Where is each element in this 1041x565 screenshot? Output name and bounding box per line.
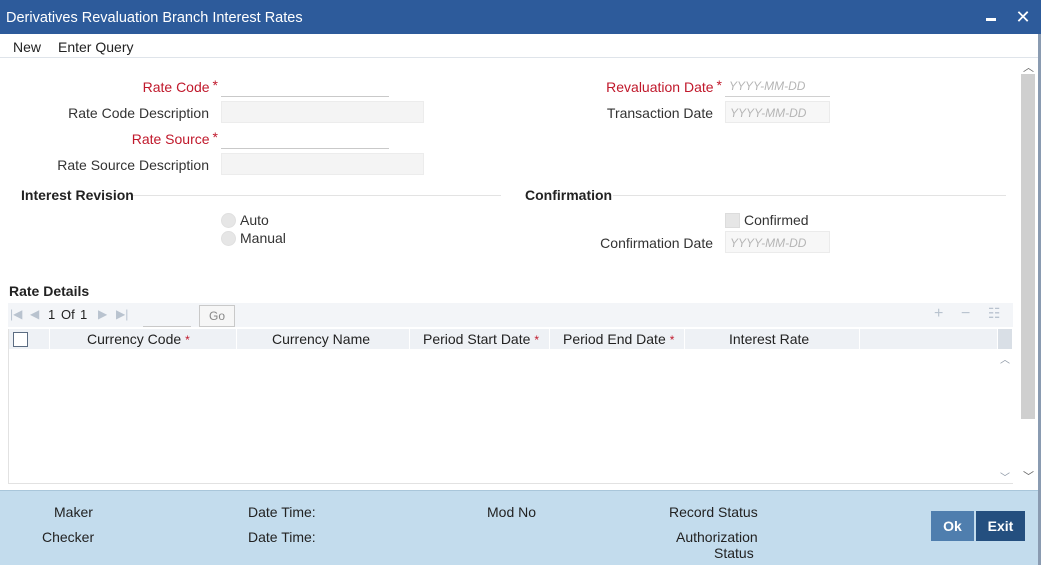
rate-details-pager: |◀ ◀ 1 Of 1 ▶ ▶| Go + − ☷ [8, 303, 1013, 327]
confirmed-label: Confirmed [744, 212, 809, 228]
column-separator [49, 329, 50, 349]
required-mark: * [716, 77, 722, 93]
authorization-status-label-line1: Authorization [676, 529, 758, 545]
page-of: Of [61, 307, 75, 322]
manual-radio[interactable] [221, 231, 236, 246]
column-currency-name[interactable]: Currency Name [272, 331, 370, 347]
column-separator [236, 329, 237, 349]
column-period-start-date[interactable]: Period Start Date * [423, 331, 539, 347]
manual-label: Manual [240, 230, 286, 246]
mod-no-label: Mod No [487, 504, 537, 520]
scroll-up-icon[interactable]: ︿ [1023, 59, 1034, 75]
revaluation-date-label: Revaluation Date * [606, 77, 722, 95]
rate-code-input[interactable] [221, 75, 389, 97]
column-separator [549, 329, 550, 349]
column-separator [409, 329, 410, 349]
window-titlebar: Derivatives Revaluation Branch Interest … [0, 0, 1041, 34]
rate-details-heading: Rate Details [9, 283, 90, 299]
revaluation-date-input[interactable]: YYYY-MM-DD [725, 75, 830, 97]
rate-code-description-field [221, 101, 424, 123]
authorization-status-label-line2: Status [714, 545, 754, 561]
scroll-down-icon[interactable]: ﹀ [1000, 469, 1010, 484]
audit-footer: Maker Checker Date Time: Date Time: Mod … [0, 490, 1038, 565]
ok-button[interactable]: Ok [931, 511, 974, 541]
grid-header: Currency Code * Currency Name Period Star… [9, 329, 997, 349]
page-total: 1 [80, 307, 88, 322]
select-all-checkbox[interactable] [13, 332, 28, 347]
single-view-icon[interactable]: ☷ [988, 305, 1001, 322]
window-title: Derivatives Revaluation Branch Interest … [6, 10, 303, 26]
main-scrollbar-thumb[interactable] [1021, 74, 1035, 419]
required-mark: * [669, 333, 675, 347]
rate-code-label: Rate Code * [142, 77, 218, 95]
required-mark: * [534, 333, 540, 347]
rate-source-input[interactable] [221, 127, 389, 149]
transaction-date-field: YYYY-MM-DD [725, 101, 830, 123]
interest-revision-heading: Interest Revision [21, 187, 134, 203]
confirmation-heading: Confirmation [525, 187, 613, 203]
page-current: 1 [48, 307, 56, 322]
main-scrollbar[interactable]: ︿ ﹀ [1020, 58, 1037, 485]
checker-label: Checker [42, 529, 95, 545]
column-period-end-date[interactable]: Period End Date * [563, 331, 674, 347]
column-separator [859, 329, 860, 349]
minimize-icon [986, 18, 996, 21]
add-row-icon[interactable]: + [934, 305, 943, 323]
rate-details-grid: Currency Code * Currency Name Period Star… [8, 329, 1013, 484]
first-page-icon[interactable]: |◀ [10, 307, 22, 321]
previous-page-icon[interactable]: ◀ [30, 307, 39, 321]
rate-source-label: Rate Source * [131, 129, 218, 147]
last-page-icon[interactable]: ▶| [116, 307, 128, 321]
column-separator [684, 329, 685, 349]
confirmation-date-field: YYYY-MM-DD [725, 231, 830, 253]
transaction-date-label: Transaction Date [606, 105, 713, 121]
auto-radio[interactable] [221, 213, 236, 228]
scroll-up-icon[interactable]: ︿ [1000, 351, 1010, 366]
column-currency-code[interactable]: Currency Code * [87, 331, 190, 347]
rate-code-description-label: Rate Code Description [68, 105, 209, 121]
rate-source-description-label: Rate Source Description [57, 157, 209, 173]
required-mark: * [212, 129, 218, 145]
maker-label: Maker [54, 504, 93, 520]
record-status-label: Record Status [669, 504, 758, 520]
auto-label: Auto [240, 212, 269, 228]
column-interest-rate[interactable]: Interest Rate [729, 331, 809, 347]
required-mark: * [212, 77, 218, 93]
confirmation-date-label: Confirmation Date [600, 235, 713, 251]
menu-bar: New Enter Query [0, 34, 1038, 58]
menu-new[interactable]: New [13, 39, 41, 55]
section-divider [133, 195, 501, 196]
minimize-button[interactable] [980, 6, 1002, 28]
rate-source-description-field [221, 153, 424, 175]
exit-button[interactable]: Exit [976, 511, 1025, 541]
menu-enter-query[interactable]: Enter Query [58, 39, 133, 55]
page-number-input[interactable] [143, 305, 191, 327]
close-icon[interactable]: ✕ [1012, 6, 1034, 28]
grid-scrollbar-thumb[interactable] [998, 329, 1012, 349]
maker-date-time-label: Date Time: [248, 504, 316, 520]
section-divider [613, 195, 1006, 196]
delete-row-icon[interactable]: − [961, 305, 970, 323]
go-button[interactable]: Go [199, 305, 235, 327]
checker-date-time-label: Date Time: [248, 529, 316, 545]
grid-scrollbar[interactable]: ︿ ﹀ [997, 329, 1013, 484]
confirmed-checkbox[interactable] [725, 213, 740, 228]
next-page-icon[interactable]: ▶ [98, 307, 107, 321]
required-mark: * [185, 333, 190, 347]
scroll-down-icon[interactable]: ﹀ [1023, 468, 1034, 484]
